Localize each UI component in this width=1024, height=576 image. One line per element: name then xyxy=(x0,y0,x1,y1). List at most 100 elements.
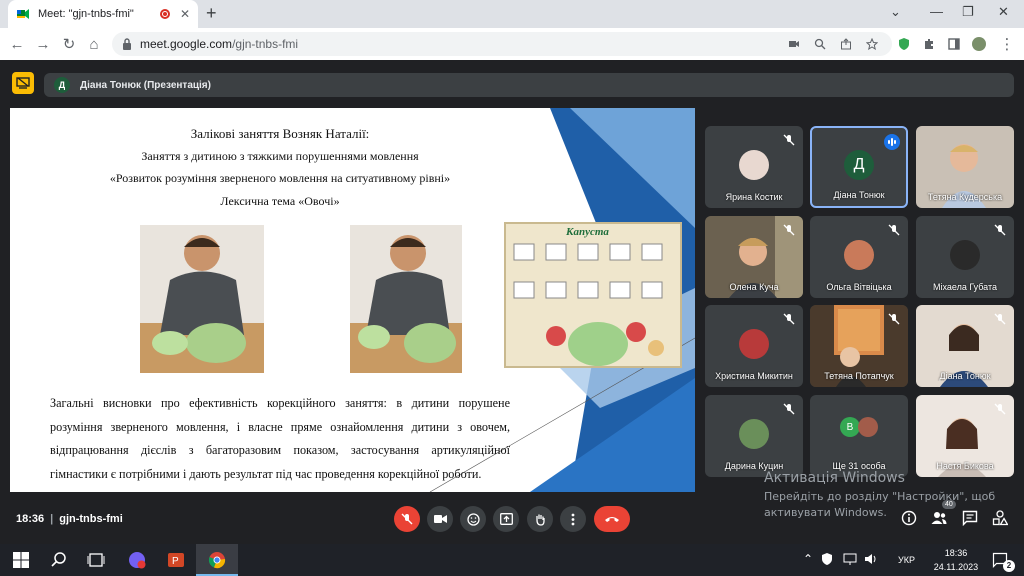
windows-activation-text-2: активувати Windows. xyxy=(764,506,887,519)
mic-off-icon xyxy=(994,224,1006,236)
participant-tile[interactable]: Ольга Вітвіцька xyxy=(810,216,908,298)
participant-name: Настя Бикова xyxy=(936,461,994,471)
participant-tile[interactable]: Дарина Куцин xyxy=(705,395,803,477)
network-icon[interactable] xyxy=(843,552,857,566)
others-tile[interactable]: В Ще 31 особа xyxy=(810,395,908,477)
chrome-icon[interactable] xyxy=(208,551,226,569)
security-shield-icon[interactable] xyxy=(820,552,834,566)
participant-avatar xyxy=(950,240,980,270)
windows-start-icon[interactable] xyxy=(12,551,30,569)
home-icon[interactable]: ⌂ xyxy=(85,35,103,53)
mic-off-icon xyxy=(994,313,1006,325)
camera-icon xyxy=(433,515,447,523)
slide-conclusion-text: Загальні висновки про ефективність корек… xyxy=(50,396,510,481)
meeting-time: 18:36 xyxy=(16,513,45,525)
participant-name: Діана Тонюк xyxy=(833,190,885,200)
viber-icon[interactable] xyxy=(128,551,146,569)
participant-name: Ярина Костик xyxy=(725,192,783,202)
reactions-button[interactable] xyxy=(460,506,486,532)
restore-button[interactable]: ❐ xyxy=(962,4,974,20)
participant-tile[interactable]: Тетяна Потапчук xyxy=(810,305,908,387)
shared-slide: Залікові заняття Возняк Наталії: Заняття… xyxy=(10,108,695,492)
slide-topic: «Розвиток розуміння зверненого мовлення … xyxy=(109,171,451,185)
mic-toggle-button[interactable] xyxy=(394,506,420,532)
slide-title: Залікові заняття Возняк Наталії: xyxy=(190,126,370,141)
participant-avatar xyxy=(739,329,769,359)
zoom-icon[interactable] xyxy=(814,38,826,50)
windows-activation-title: Активація Windows xyxy=(764,470,905,486)
presentation-icon[interactable] xyxy=(12,72,34,94)
extensions-puzzle-icon[interactable] xyxy=(922,37,936,51)
mic-off-icon xyxy=(994,403,1006,415)
participant-name: Тетяна Потапчук xyxy=(824,371,894,381)
mic-off-icon xyxy=(783,134,795,146)
shield-extension-icon[interactable] xyxy=(897,37,911,51)
present-now-button[interactable] xyxy=(493,506,519,532)
recording-indicator-icon xyxy=(159,9,170,19)
mic-off-icon xyxy=(783,403,795,415)
search-icon[interactable] xyxy=(50,551,68,569)
participant-tile[interactable]: Діана Тонюк xyxy=(916,305,1014,387)
windows-activation-text: Перейдіть до розділу "Настройки", щоб xyxy=(764,490,996,503)
window-close-button[interactable]: ✕ xyxy=(998,4,1009,20)
participant-tile[interactable]: Олена Куча xyxy=(705,216,803,298)
more-vert-icon xyxy=(571,513,575,525)
participant-avatar xyxy=(844,240,874,270)
minimize-button[interactable]: — xyxy=(930,4,943,19)
tab-title: Meet: "gjn-tnbs-fmi" xyxy=(38,8,134,20)
svg-text:P: P xyxy=(172,556,179,567)
powerpoint-icon[interactable]: P xyxy=(167,551,185,569)
participant-name: Діана Тонюк xyxy=(939,371,991,381)
browser-menu-icon[interactable]: ⋮ xyxy=(998,35,1016,53)
meet-window: Д Діана Тонюк (Презентація) Залікові зан… xyxy=(0,60,1024,544)
people-icon[interactable] xyxy=(931,510,947,526)
profile-avatar[interactable] xyxy=(972,37,986,51)
windows-taskbar: P ⌃ УКР 18:36 24.11.2023 2 xyxy=(0,544,1024,576)
camera-icon[interactable] xyxy=(788,38,800,50)
back-arrow-icon[interactable]: ← xyxy=(8,35,26,53)
raise-hand-button[interactable] xyxy=(527,506,553,532)
meeting-details-icon[interactable] xyxy=(901,510,917,526)
activities-icon[interactable] xyxy=(992,510,1008,526)
participant-tile[interactable]: Міхаела Губата xyxy=(916,216,1014,298)
hang-up-icon xyxy=(605,517,619,522)
tray-chevron-icon[interactable]: ⌃ xyxy=(803,552,813,566)
speaking-indicator-icon xyxy=(884,134,900,150)
input-language[interactable]: УКР xyxy=(898,555,915,565)
share-icon[interactable] xyxy=(840,38,852,50)
tab-close-icon[interactable]: ✕ xyxy=(180,7,190,21)
tab-strip: Meet: "gjn-tnbs-fmi" ✕ + ⌄ — ❐ ✕ xyxy=(0,0,1024,28)
task-view-icon[interactable] xyxy=(87,551,105,569)
participant-tile[interactable]: Христина Микитин xyxy=(705,305,803,387)
participant-tile-active[interactable]: Д Діана Тонюк xyxy=(810,126,908,208)
forward-arrow-icon[interactable]: → xyxy=(34,35,52,53)
participant-tile[interactable]: Ярина Костик xyxy=(705,126,803,208)
clock-date[interactable]: 24.11.2023 xyxy=(926,562,986,572)
browser-tab-meet[interactable]: Meet: "gjn-tnbs-fmi" ✕ xyxy=(8,0,198,28)
side-panel-icon[interactable] xyxy=(947,37,961,51)
leave-call-button[interactable] xyxy=(594,506,630,532)
mic-off-icon xyxy=(888,313,900,325)
clock-time[interactable]: 18:36 xyxy=(938,548,974,558)
notifications-count: 2 xyxy=(1003,560,1015,572)
mic-off-icon xyxy=(888,224,900,236)
reload-icon[interactable]: ↻ xyxy=(60,35,78,53)
mic-off-icon xyxy=(783,313,795,325)
chat-icon[interactable] xyxy=(962,510,978,526)
camera-toggle-button[interactable] xyxy=(427,506,453,532)
participant-tile[interactable]: Тетяна Кудерська xyxy=(916,126,1014,208)
more-options-button[interactable] xyxy=(560,506,586,532)
bookmark-star-icon[interactable] xyxy=(866,38,878,50)
new-tab-button[interactable]: + xyxy=(206,4,217,22)
slide-lexical-theme: Лексична тема «Овочі» xyxy=(220,194,340,208)
present-screen-icon xyxy=(499,513,513,525)
address-bar[interactable]: meet.google.com/gjn-tnbs-fmi xyxy=(112,32,892,56)
people-count-badge: 40 xyxy=(942,500,956,509)
url-text: meet.google.com/gjn-tnbs-fmi xyxy=(140,37,299,51)
volume-icon[interactable] xyxy=(864,552,878,566)
photo-child-with-cabbage-2 xyxy=(350,225,462,373)
participant-avatar xyxy=(739,419,769,449)
cabbage-poster: Капуста xyxy=(504,222,682,368)
participant-tile[interactable]: Настя Бикова xyxy=(916,395,1014,477)
tab-search-icon[interactable]: ⌄ xyxy=(890,4,901,20)
